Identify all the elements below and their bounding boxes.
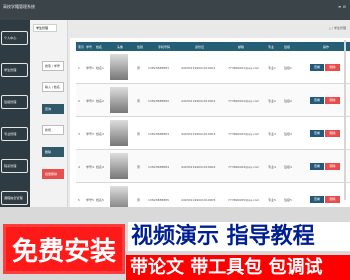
- col-name: 姓名: [96, 45, 103, 49]
- top-icons[interactable]: ≡ ⊙: [338, 4, 346, 9]
- promo-with-paper: 带论文 带工具包 包调试: [126, 255, 350, 280]
- cell-phone: 13823888881: [148, 66, 169, 70]
- col-actions: 操作: [323, 45, 330, 49]
- sidebar-item-personal-center[interactable]: 个人中心: [1, 31, 28, 45]
- cell-student-id: 学号2: [86, 99, 94, 103]
- cell-major: 专业1: [268, 66, 276, 70]
- cell-index: 5: [78, 198, 80, 202]
- breadcrumb: △ / 学生管理: [328, 26, 346, 30]
- cell-name: 姓名4: [96, 165, 104, 169]
- col-avatar: 头像: [117, 45, 124, 49]
- cell-sex: 男: [137, 198, 141, 202]
- cell-class: 班级3: [284, 132, 292, 136]
- cell-email: 773890003@qq.com: [228, 132, 260, 136]
- cell-sex: 男: [137, 165, 141, 169]
- row-delete-button[interactable]: 删除: [325, 163, 340, 170]
- delete-button[interactable]: 删除: [42, 147, 64, 157]
- avatar: [110, 87, 128, 113]
- cell-student-id: 学号3: [86, 132, 94, 136]
- cell-email: 773890005@qq.com: [228, 198, 260, 202]
- cell-phone: 13823888884: [148, 165, 169, 169]
- sidebar-item-departments[interactable]: 院系管理: [1, 159, 28, 173]
- row-delete-button[interactable]: 删除: [325, 196, 340, 203]
- app-title: 高校学籍管理系统: [3, 4, 35, 9]
- row-delete-button[interactable]: 删除: [325, 64, 340, 71]
- cell-major: 专业5: [268, 198, 276, 202]
- promo-free-install: 免费安装: [3, 224, 125, 274]
- cell-index: 4: [78, 165, 80, 169]
- row-delete-button[interactable]: 删除: [325, 97, 340, 104]
- cell-major: 专业2: [268, 99, 276, 103]
- cell-index: 1: [78, 66, 80, 70]
- cell-sex: 男: [137, 99, 141, 103]
- cell-class: 班级2: [284, 99, 292, 103]
- cell-index: 2: [78, 99, 80, 103]
- cell-name: 姓名2: [96, 99, 104, 103]
- col-idcard: 身份证: [195, 45, 205, 49]
- add-button[interactable]: 新增: [42, 125, 64, 135]
- cell-student-id: 学号5: [86, 198, 94, 202]
- search-name[interactable]: 输入 / 姓名: [42, 82, 64, 92]
- avatar: [110, 153, 128, 179]
- view-button[interactable]: 查看: [310, 196, 324, 203]
- cell-phone: 13823888885: [148, 198, 169, 202]
- col-phone: 手机号码: [158, 45, 171, 49]
- col-major: 专业: [268, 45, 275, 49]
- cell-email: 773890002@qq.com: [228, 99, 260, 103]
- search-student-id[interactable]: 搜索 / 学号: [42, 61, 64, 71]
- table-row: 4 学号4 姓名4 男 13823888884 4403011990010100…: [76, 150, 350, 183]
- cell-major: 专业4: [268, 165, 276, 169]
- cell-student-id: 学号4: [86, 165, 94, 169]
- col-email: 邮箱: [238, 45, 245, 49]
- cell-name: 姓名5: [96, 198, 104, 202]
- view-button[interactable]: 查看: [310, 97, 324, 104]
- view-button[interactable]: 查看: [310, 64, 324, 71]
- cell-name: 姓名1: [96, 66, 104, 70]
- avatar: [110, 120, 128, 146]
- avatar: [110, 54, 128, 80]
- cell-phone: 13823888883: [148, 132, 169, 136]
- cell-idcard: 440301199001010003: [181, 132, 216, 136]
- col-index: 索引: [78, 45, 85, 49]
- top-bar: 高校学籍管理系统 ≡ ⊙: [0, 0, 350, 20]
- sidebar-item-classes[interactable]: 班级管理: [1, 95, 28, 109]
- cell-index: 3: [78, 132, 80, 136]
- promo-video-demo: 视频演示 指导教程: [128, 222, 350, 251]
- cell-student-id: 学号1: [86, 66, 94, 70]
- table-row: 3 学号3 姓名3 男 13823888883 4403011990010100…: [76, 117, 350, 150]
- cell-email: 773890004@qq.com: [228, 165, 260, 169]
- col-student-id: 学号: [86, 45, 93, 49]
- cell-major: 专业3: [268, 132, 276, 136]
- cell-email: 773890001@qq.com: [228, 66, 260, 70]
- cell-idcard: 440301199001010005: [181, 198, 216, 202]
- sidebar-item-students[interactable]: 学生管理: [1, 63, 28, 77]
- col-sex: 性别: [137, 45, 144, 49]
- cell-sex: 男: [137, 132, 141, 136]
- cell-phone: 13823888882: [148, 99, 169, 103]
- batch-delete-button[interactable]: 批量删除: [42, 169, 64, 179]
- view-button[interactable]: 查看: [310, 163, 324, 170]
- tab-student-management[interactable]: 学生管理: [33, 24, 57, 32]
- table-row: 1 学号1 姓名1 男 13823888881 4403011990010100…: [76, 51, 350, 84]
- cell-class: 班级5: [284, 198, 292, 202]
- sidebar-item-majors[interactable]: 专业管理: [1, 127, 28, 141]
- sidebar-item-courses[interactable]: 课程信息管理: [1, 191, 28, 205]
- table-header: 索引 学号 姓名 头像 性别 手机号码 身份证 邮箱 专业 班级 操作: [76, 42, 350, 51]
- cell-name: 姓名3: [96, 132, 104, 136]
- cell-idcard: 440301199001010002: [181, 99, 216, 103]
- col-class: 班级: [284, 45, 291, 49]
- query-button[interactable]: 查询: [42, 104, 64, 114]
- row-delete-button[interactable]: 删除: [325, 130, 340, 137]
- table-row: 2 学号2 姓名2 男 13823888882 4403011990010100…: [76, 84, 350, 117]
- cell-idcard: 440301199001010004: [181, 165, 216, 169]
- cell-sex: 男: [137, 66, 141, 70]
- cell-idcard: 440301199001010001: [181, 66, 216, 70]
- cell-class: 班级4: [284, 165, 292, 169]
- view-button[interactable]: 查看: [310, 130, 324, 137]
- vertical-scrollbar[interactable]: [344, 40, 346, 200]
- cell-class: 班级1: [284, 66, 292, 70]
